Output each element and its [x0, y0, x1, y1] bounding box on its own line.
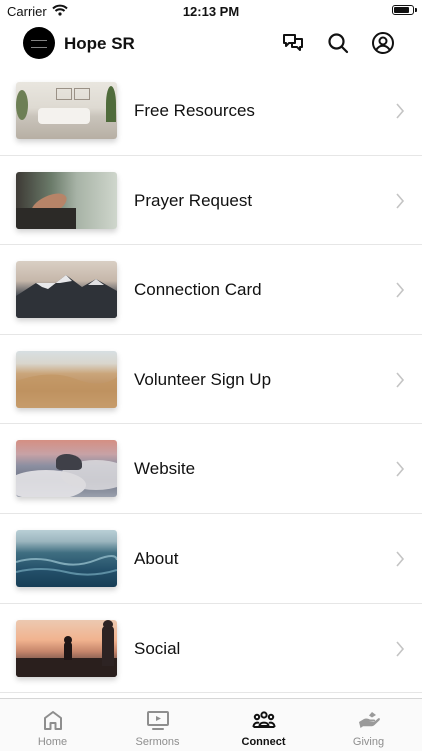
mountains-photo	[16, 261, 117, 319]
giving-hand-icon	[359, 712, 380, 728]
home-icon	[44, 711, 62, 730]
list-item-label: Prayer Request	[134, 190, 253, 210]
chat-icon[interactable]	[281, 31, 305, 55]
chevron-right-icon	[396, 282, 405, 298]
list-item-label: Free Resources	[134, 101, 255, 120]
clock: 12:13 PM	[182, 4, 240, 19]
praying-hands-photo	[16, 171, 117, 229]
battery-fill	[394, 7, 409, 13]
connect-list: Free Resources Prayer Request Connection…	[0, 66, 422, 694]
tab-label: Sermons	[135, 736, 180, 748]
list-item-label: Website	[134, 459, 196, 479]
church-logo	[23, 27, 55, 59]
list-item-volunteer-sign-up[interactable]: Volunteer Sign Up	[0, 335, 422, 425]
tab-label: Giving	[352, 736, 385, 748]
list-item-label: Connection Card	[134, 280, 262, 300]
search-icon[interactable]	[326, 31, 350, 55]
play-screen-icon	[147, 711, 169, 730]
list-item-social[interactable]: Social	[0, 604, 422, 694]
app-header: Hope SR	[0, 22, 422, 66]
people-icon	[252, 711, 276, 728]
list-item-label: Social	[134, 638, 181, 658]
list-item-about[interactable]: About	[0, 514, 422, 604]
ocean-waves-photo	[16, 529, 117, 587]
list-item-connection-card[interactable]: Connection Card	[0, 245, 422, 335]
chevron-right-icon	[396, 461, 405, 477]
chevron-right-icon	[396, 372, 405, 388]
app-title: Hope SR	[64, 34, 135, 53]
chevron-right-icon	[396, 551, 405, 567]
list-item-free-resources[interactable]: Free Resources	[0, 66, 422, 156]
tab-home[interactable]: Home	[0, 699, 105, 751]
sunset-hikers-photo	[16, 619, 117, 677]
clouds-photo	[16, 440, 117, 498]
list-item-website[interactable]: Website	[0, 424, 422, 514]
living-room-photo	[16, 82, 117, 139]
tab-giving[interactable]: Giving	[316, 699, 421, 751]
tab-label: Home	[37, 736, 68, 748]
tab-bar: Home Sermons Connect Giving	[0, 698, 422, 751]
list-item-label: Volunteer Sign Up	[134, 369, 272, 389]
chevron-right-icon	[396, 193, 405, 209]
tab-sermons[interactable]: Sermons	[105, 699, 210, 751]
status-bar: Carrier 12:13 PM	[0, 0, 422, 22]
profile-icon[interactable]	[371, 31, 395, 55]
list-item-label: About	[134, 548, 179, 568]
chevron-right-icon	[396, 103, 405, 119]
chevron-right-icon	[396, 641, 405, 657]
battery-icon	[392, 5, 417, 15]
tab-connect[interactable]: Connect	[211, 699, 316, 751]
desert-dunes-photo	[16, 350, 117, 408]
list-item-prayer-request[interactable]: Prayer Request	[0, 156, 422, 246]
tab-label: Connect	[241, 736, 286, 748]
